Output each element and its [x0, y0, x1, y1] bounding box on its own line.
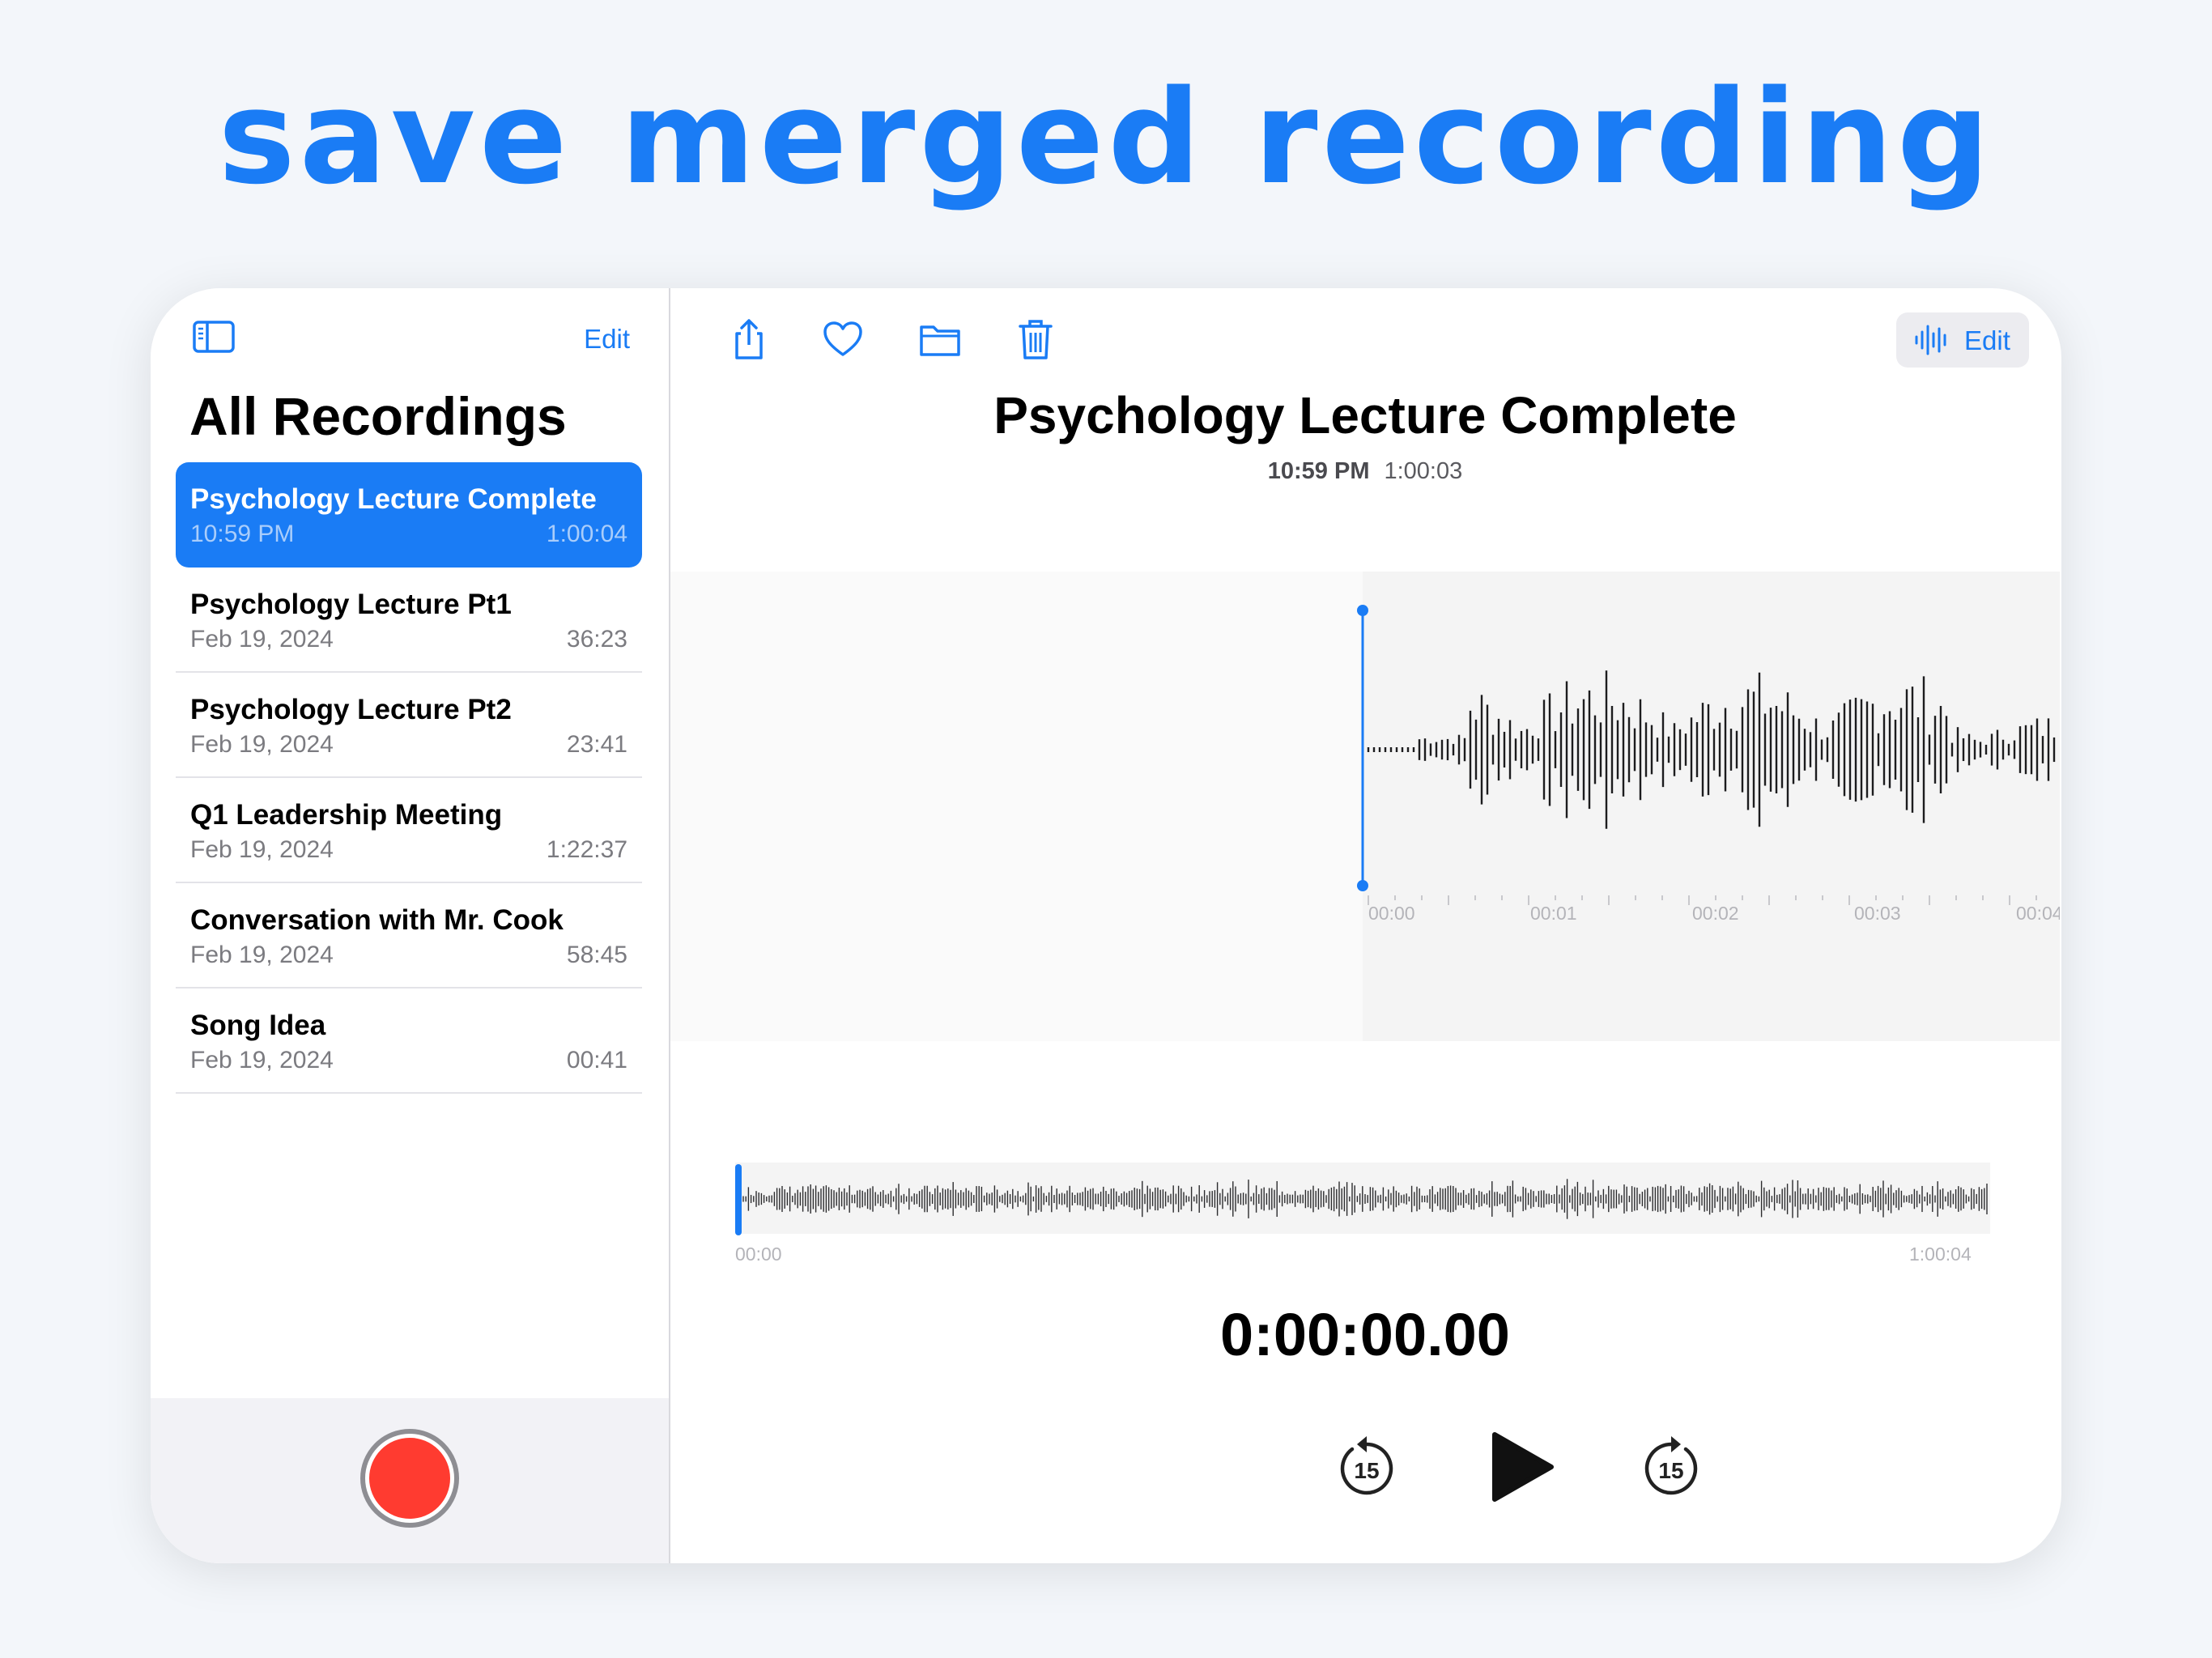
skip-forward-15-icon: 15 [1644, 1436, 1698, 1495]
skip-back-button[interactable]: 15 [1334, 1435, 1399, 1499]
recording-item[interactable]: Psychology Lecture Complete 10:59 PM 1:0… [176, 462, 642, 568]
play-button[interactable] [1483, 1430, 1558, 1504]
timeline-tick-label: 00:02 [1692, 903, 1739, 924]
skip-back-15-icon: 15 [1340, 1436, 1393, 1495]
recording-date: Feb 19, 2024 [190, 626, 334, 653]
skip-back-label: 15 [1354, 1458, 1379, 1483]
ipad-window: Edit All Recordings Psychology Lecture C… [151, 288, 2061, 1563]
recording-name: Psychology Lecture Pt1 [190, 589, 512, 620]
recording-name: Song Idea [190, 1010, 326, 1041]
overview-end-label: 1:00:04 [1909, 1244, 1972, 1265]
recording-duration: 58:45 [566, 942, 627, 968]
recording-duration: 00:41 [566, 1047, 627, 1073]
headline: save merged recording [218, 62, 1994, 213]
record-button[interactable] [360, 1429, 459, 1528]
recording-item[interactable]: Psychology Lecture Pt2 Feb 19, 2024 23:4… [176, 673, 642, 778]
timeline-tick-label: 00:03 [1854, 903, 1901, 924]
folder-icon[interactable] [918, 317, 962, 361]
recording-date: Feb 19, 2024 [190, 836, 334, 863]
sidebar-title: All Recordings [189, 386, 567, 446]
recording-item[interactable]: Conversation with Mr. Cook Feb 19, 2024 … [176, 883, 642, 988]
playhead-top-knob [1357, 605, 1368, 616]
skip-forward-label: 15 [1658, 1458, 1683, 1483]
recording-duration: 23:41 [566, 731, 627, 758]
timeline-tick-label: 00:01 [1530, 903, 1577, 924]
recording-duration: 36:23 [566, 626, 627, 653]
recording-duration: 1:00:04 [546, 521, 627, 547]
timeline-tick-label: 00:00 [1368, 903, 1415, 924]
play-icon [1492, 1432, 1554, 1502]
recording-length: 1:00:03 [1384, 458, 1463, 484]
recording-time: 10:59 PM [1267, 458, 1370, 484]
share-icon[interactable] [727, 317, 771, 361]
playhead-timer: 0:00:00.00 [1220, 1301, 1510, 1368]
recording-date: Feb 19, 2024 [190, 1047, 334, 1073]
recording-item[interactable]: Q1 Leadership Meeting Feb 19, 2024 1:22:… [176, 778, 642, 883]
record-icon [369, 1438, 450, 1519]
overview-start-label: 00:00 [735, 1244, 782, 1265]
timeline-tick-label: 00:04 [2016, 903, 2060, 924]
record-bar [151, 1398, 669, 1563]
skip-forward-button[interactable]: 15 [1639, 1435, 1704, 1499]
sidebar: Edit All Recordings Psychology Lecture C… [151, 288, 670, 1563]
overview-waveform [735, 1164, 1988, 1235]
playhead-bottom-knob [1357, 880, 1368, 891]
recording-item[interactable]: Song Idea Feb 19, 2024 00:41 [176, 988, 642, 1094]
overview-playhead[interactable] [735, 1164, 742, 1235]
main-waveform: 00:00 00:01 00:02 00:03 00:04 [1357, 605, 2060, 924]
sidebar-edit-button[interactable]: Edit [584, 324, 630, 355]
recording-name: Psychology Lecture Complete [190, 483, 597, 515]
recording-item[interactable]: Psychology Lecture Pt1 Feb 19, 2024 36:2… [176, 568, 642, 673]
recording-title: Psychology Lecture Complete [993, 386, 1737, 444]
recording-name: Conversation with Mr. Cook [190, 904, 564, 936]
recording-name: Q1 Leadership Meeting [190, 799, 503, 831]
sidebar-toggle-icon[interactable] [193, 319, 235, 355]
edit-recording-label: Edit [1964, 325, 2010, 355]
recording-meta: 10:59 PM 1:00:03 [670, 458, 2060, 485]
recording-name: Psychology Lecture Pt2 [190, 694, 512, 725]
trash-icon[interactable] [1014, 317, 1057, 361]
recording-date: 10:59 PM [190, 521, 295, 547]
heart-icon[interactable] [821, 317, 865, 361]
recording-duration: 1:22:37 [546, 836, 627, 863]
waveform-icon [1915, 325, 1946, 355]
recordings-list: Psychology Lecture Complete 10:59 PM 1:0… [176, 462, 642, 1094]
recording-date: Feb 19, 2024 [190, 942, 334, 968]
recording-date: Feb 19, 2024 [190, 731, 334, 758]
detail-pane: Edit Psychology Lecture Complete 10:59 P… [670, 288, 2061, 1563]
edit-recording-button[interactable]: Edit [1896, 312, 2029, 368]
